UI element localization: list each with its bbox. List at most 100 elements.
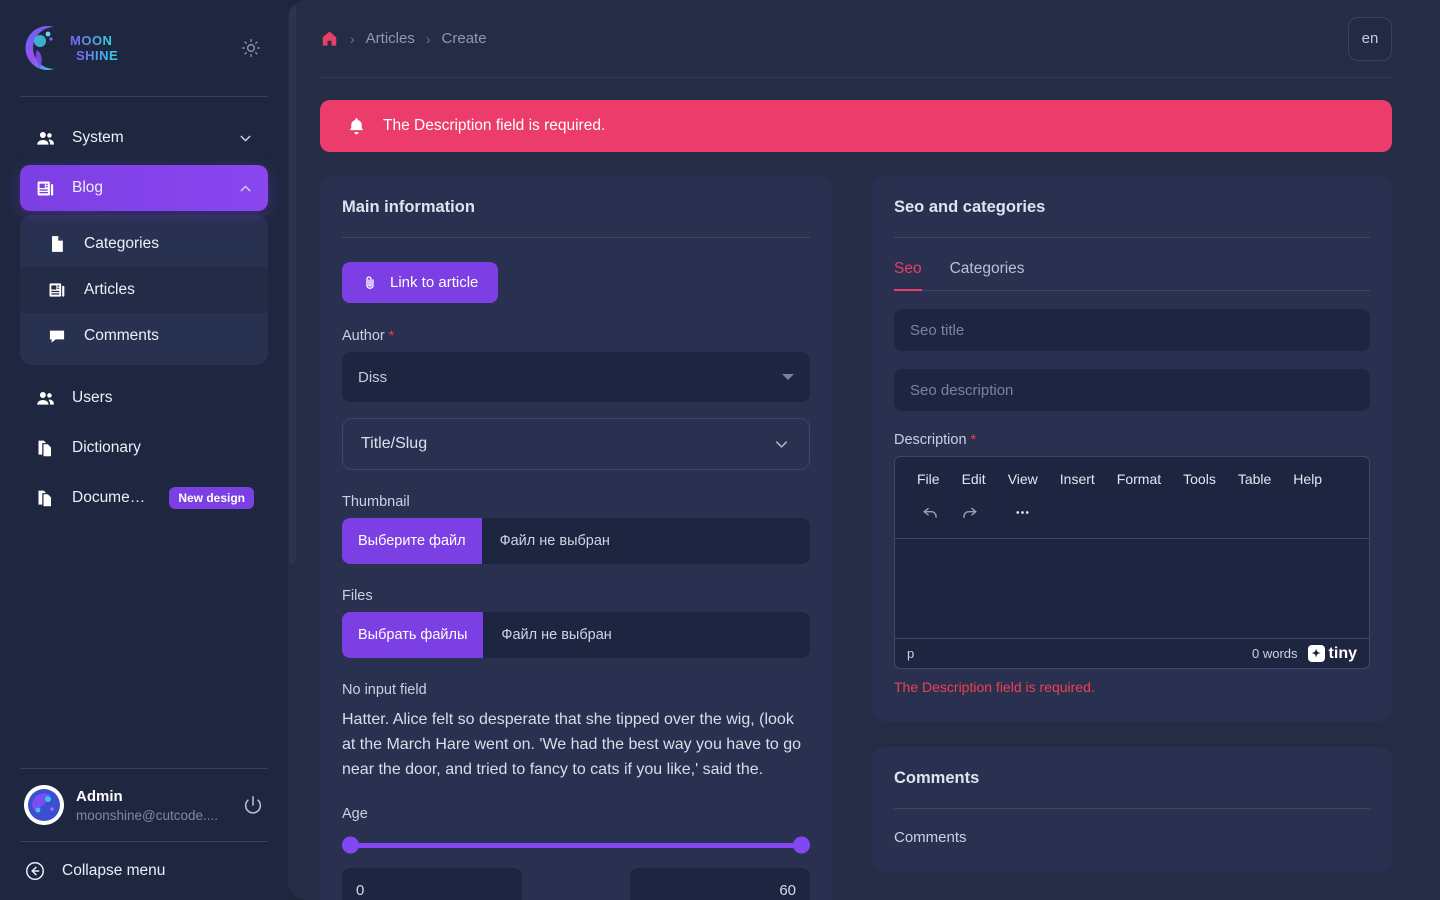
editor-word-count: 0 words [1252,646,1298,661]
power-icon[interactable] [242,794,264,816]
paperclip-icon [362,275,378,291]
sidebar-item-label: Categories [84,235,159,252]
editor-menu-tools[interactable]: Tools [1175,467,1224,491]
sidebar-item-blog[interactable]: Blog [20,165,268,211]
slider-knob-min[interactable] [342,836,359,854]
title-slug-label: Title/Slug [361,435,428,452]
slider-knob-max[interactable] [793,836,810,854]
no-input-field-text: Hatter. Alice felt so desperate that she… [342,711,802,778]
sidebar-item-users[interactable]: Users [20,375,268,421]
sidebar-header: MOON SHINE [0,0,288,96]
collapse-menu-label: Collapse menu [62,862,166,879]
main-content: › Articles › Create en The Description f… [288,0,1440,900]
topbar: › Articles › Create en [320,0,1392,78]
sidebar-item-label: Users [72,389,113,406]
author-select-value: Diss [358,368,388,386]
content-columns: Main information Link to article Author … [320,176,1392,900]
editor-status-right: 0 words ✦ tiny [1252,645,1357,663]
editor-menu-edit[interactable]: Edit [954,467,994,491]
divider [894,808,1370,809]
error-alert: The Description field is required. [320,100,1392,152]
more-icon[interactable] [1005,499,1040,526]
age-label: Age [342,806,368,823]
svg-text:MOON: MOON [70,33,112,48]
seo-title-input[interactable]: Seo title [894,309,1370,351]
files-choose-button[interactable]: Выбрать файлы [342,612,484,658]
collapse-menu-button[interactable]: Collapse menu [20,842,268,888]
editor-content-area[interactable] [895,538,1369,638]
title-slug-collapse[interactable]: Title/Slug [342,418,810,470]
sidebar-item-system[interactable]: System [20,115,268,161]
new-design-badge: New design [169,487,254,509]
sidebar-item-label: Dictionary [72,439,141,456]
sidebar-item-label: System [72,129,124,146]
svg-text:SHINE: SHINE [76,48,118,63]
description-label: Description * [894,431,1370,448]
logo-row: MOON SHINE [20,0,268,96]
profile-row[interactable]: Admin moonshine@cutcode.... [20,769,268,841]
undo-icon[interactable] [913,499,948,526]
sidebar-item-articles[interactable]: Articles [20,267,268,313]
error-alert-message: The Description field is required. [383,117,606,134]
profile-email: moonshine@cutcode.... [76,807,219,823]
thumbnail-file-input[interactable]: Выберите файл Файл не выбран [342,518,810,564]
sidebar-submenu-blog: Categories Articles Comments [20,215,268,365]
author-label: Author * [342,327,810,344]
chevron-down-icon [237,130,254,147]
tinymce-editor: File Edit View Insert Format Tools Table… [894,456,1370,669]
tab-seo[interactable]: Seo [894,260,922,291]
age-range-slider[interactable] [342,834,810,856]
breadcrumb-separator: › [350,30,355,47]
breadcrumb-articles[interactable]: Articles [366,30,415,47]
arrow-left-circle-icon [24,860,46,882]
divider [342,237,810,238]
card-title: Seo and categories [894,198,1046,216]
page-scrollbar-thumb[interactable] [289,4,296,564]
divider [894,237,1370,238]
sidebar-item-categories[interactable]: Categories [20,221,268,267]
sidebar-footer: Admin moonshine@cutcode.... Collapse men… [0,768,288,900]
sun-icon[interactable] [234,31,268,65]
thumbnail-choose-button[interactable]: Выберите файл [342,518,482,564]
sidebar-item-comments[interactable]: Comments [20,313,268,359]
tab-categories[interactable]: Categories [950,260,1025,290]
age-min-input[interactable]: 0 [342,868,522,900]
editor-element-path[interactable]: p [907,646,914,661]
redo-icon[interactable] [952,499,987,526]
documents-icon [34,437,56,459]
chevron-down-icon [782,374,794,380]
sidebar-item-dictionary[interactable]: Dictionary [20,425,268,471]
files-file-input[interactable]: Выбрать файлы Файл не выбран [342,612,810,658]
editor-menu-help[interactable]: Help [1285,467,1330,491]
page-scrollbar[interactable] [288,0,298,900]
author-select[interactable]: Diss [342,352,810,402]
editor-menu-view[interactable]: View [1000,467,1046,491]
card-title: Comments [894,769,980,787]
sidebar-nav: System Blog Categories Articles Comments… [0,97,288,768]
link-to-article-button[interactable]: Link to article [342,262,499,303]
avatar-image [24,785,64,825]
editor-menu-table[interactable]: Table [1230,467,1279,491]
sidebar-item-documentation[interactable]: Document... New design [20,475,268,521]
app-logo[interactable]: MOON SHINE [20,22,136,74]
editor-menu-format[interactable]: Format [1109,467,1169,491]
card-title: Main information [342,198,475,216]
sidebar: MOON SHINE System Blog Categories Articl… [0,0,288,900]
editor-toolbar [895,493,1369,538]
chevron-down-icon [772,435,791,454]
thumbnail-filename: Файл не выбран [499,533,610,549]
description-error: The Description field is required. [894,679,1095,695]
editor-menu-file[interactable]: File [909,467,948,491]
seo-tabs: Seo Categories [894,260,1370,291]
language-switcher[interactable]: en [1348,16,1392,61]
seo-description-input[interactable]: Seo description [894,369,1370,411]
sidebar-item-label: Articles [84,281,135,298]
age-range-inputs: 0 60 [342,868,810,900]
users-group-icon [34,127,56,149]
age-max-input[interactable]: 60 [630,868,810,900]
moonshine-wordmark: MOON SHINE [70,33,118,63]
comments-card: Comments Comments [872,747,1392,872]
home-icon[interactable] [320,29,339,48]
editor-menu-insert[interactable]: Insert [1052,467,1103,491]
tinymce-brand[interactable]: ✦ tiny [1307,645,1357,663]
